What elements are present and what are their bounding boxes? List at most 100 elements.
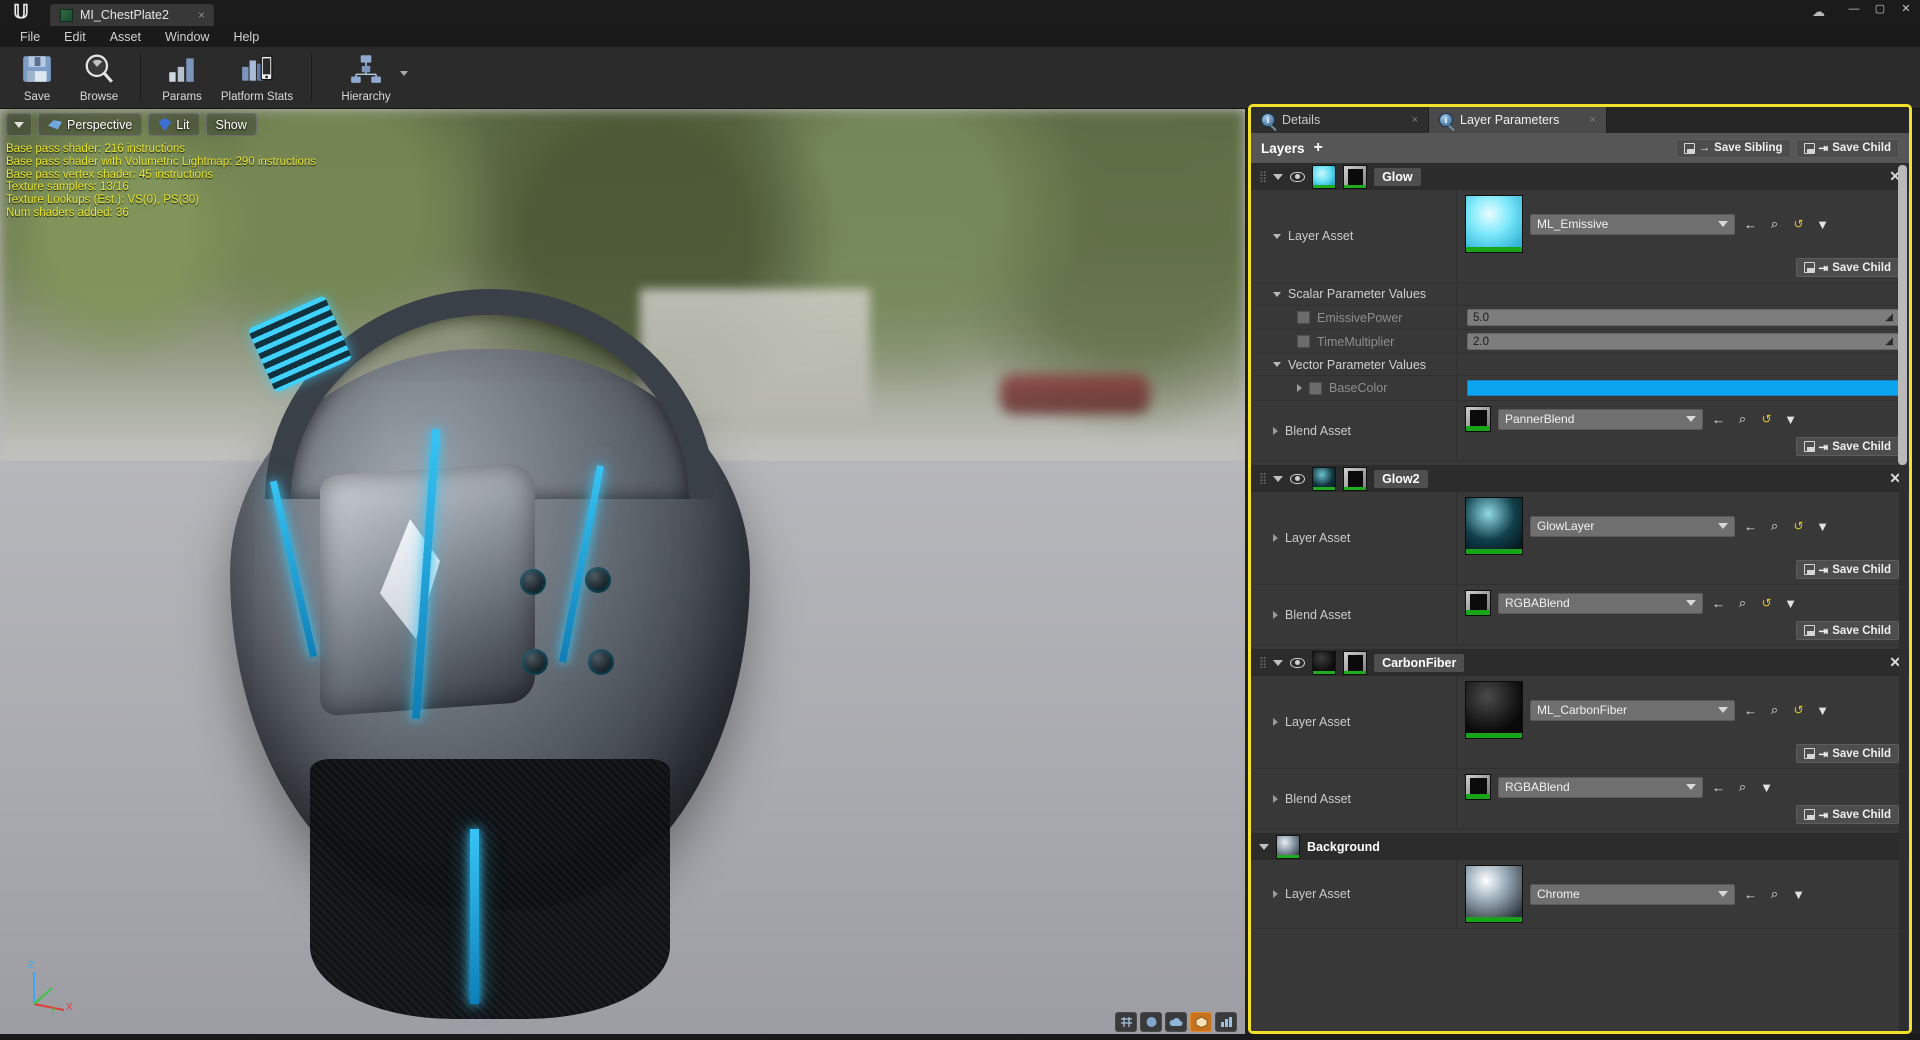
document-tab-close-icon[interactable]: × [198,8,205,22]
asset-thumbnail-glowlayer[interactable] [1465,497,1523,555]
save-child-button[interactable]: ⇥ Save Child [1796,744,1899,763]
layer-blend-thumbnail[interactable] [1343,651,1367,675]
layer-header-glow[interactable]: ⣿ Glow ✕ [1251,163,1909,190]
layer-thumbnail-glowlayer[interactable] [1312,467,1336,491]
back-arrow-icon[interactable]: ← [1710,412,1727,427]
group-label-vector-wrap[interactable]: Vector Parameter Values [1251,354,1456,375]
numeric-input-time-multiplier[interactable]: 2.0 ◢ [1467,333,1899,350]
browse-icon[interactable]: ⌕ [1734,411,1751,427]
expander-icon[interactable] [1273,292,1281,297]
cloud-icon[interactable] [1165,1012,1187,1032]
stats-icon[interactable] [1215,1012,1237,1032]
save-child-button[interactable]: ⇥ Save Child [1796,139,1899,158]
group-label-scalar-wrap[interactable]: Scalar Parameter Values [1251,283,1456,305]
sphere-icon[interactable] [1140,1012,1162,1032]
maximize-button[interactable]: ▢ [1872,2,1888,16]
filter-icon[interactable]: ▼ [1782,412,1799,427]
visibility-eye-icon[interactable] [1290,658,1305,668]
expander-icon[interactable] [1273,718,1278,726]
reset-icon[interactable]: ↺ [1790,703,1807,717]
browse-icon[interactable]: ⌕ [1766,518,1783,534]
close-button[interactable]: ✕ [1898,2,1914,16]
layer-name-carbonfiber[interactable]: CarbonFiber [1374,654,1464,672]
grid-icon[interactable] [1115,1012,1137,1032]
expander-icon[interactable] [1273,890,1278,898]
back-arrow-icon[interactable]: ← [1710,780,1727,795]
parameter-checkbox[interactable] [1297,335,1310,348]
property-label-blend-asset-wrap[interactable]: Blend Asset [1251,585,1456,645]
minimize-button[interactable]: — [1846,2,1862,16]
layer-name-background[interactable]: Background [1307,840,1380,854]
viewport-show-button[interactable]: Show [206,113,257,136]
filter-icon[interactable]: ▼ [1758,780,1775,795]
save-child-button[interactable]: ⇥ Save Child [1796,258,1899,277]
hierarchy-dropdown-icon[interactable] [400,71,408,76]
back-arrow-icon[interactable]: ← [1742,703,1759,718]
layer-header-carbonfiber[interactable]: ⣿ CarbonFiber ✕ [1251,649,1909,676]
asset-thumbnail-chrome[interactable] [1465,865,1523,923]
visibility-eye-icon[interactable] [1290,474,1305,484]
layer-name-glow[interactable]: Glow [1374,168,1421,186]
save-child-button[interactable]: ⇥ Save Child [1796,805,1899,824]
expander-icon[interactable] [1273,534,1278,542]
viewport-perspective-button[interactable]: Perspective [38,113,142,136]
panel-scrollbar-thumb[interactable] [1898,165,1907,465]
drag-value-icon[interactable]: ◢ [1885,312,1893,323]
drag-value-icon[interactable]: ◢ [1885,336,1893,347]
asset-combo-layer-asset[interactable]: ML_CarbonFiber [1530,700,1735,721]
color-swatch-base-color[interactable] [1467,380,1899,396]
numeric-input-emissive-power[interactable]: 5.0 ◢ [1467,309,1899,326]
save-child-button[interactable]: ⇥ Save Child [1796,621,1899,640]
toolbar-button-platform-stats[interactable]: Platform Stats [213,47,301,107]
browse-icon[interactable]: ⌕ [1766,702,1783,718]
expander-icon[interactable] [1273,660,1283,666]
viewport[interactable]: Perspective Lit Show Base pass shader: 2… [0,109,1245,1040]
expander-icon[interactable] [1273,427,1278,435]
asset-combo-blend-asset[interactable]: RGBABlend [1498,777,1703,798]
filter-icon[interactable]: ▼ [1814,217,1831,232]
expander-icon[interactable] [1273,611,1278,619]
property-label-emissive-power-wrap[interactable]: EmissivePower [1251,306,1456,329]
asset-combo-blend-asset[interactable]: PannerBlend [1498,409,1703,430]
browse-icon[interactable]: ⌕ [1766,886,1783,902]
back-arrow-icon[interactable]: ← [1742,887,1759,902]
cloud-icon[interactable]: ☁ [1812,4,1825,20]
asset-thumbnail-ml-emissive[interactable] [1465,195,1523,253]
asset-thumbnail-ml-carbonfiber[interactable] [1465,681,1523,739]
panel-scrollbar-track[interactable] [1899,163,1908,1034]
expander-icon[interactable] [1297,384,1302,392]
back-arrow-icon[interactable]: ← [1742,519,1759,534]
expander-icon[interactable] [1273,795,1278,803]
filter-icon[interactable]: ▼ [1814,703,1831,718]
save-child-button[interactable]: ⇥ Save Child [1796,437,1899,456]
back-arrow-icon[interactable]: ← [1742,217,1759,232]
layer-thumbnail-carbonfiber[interactable] [1312,651,1336,675]
asset-combo-blend-asset[interactable]: RGBABlend [1498,593,1703,614]
cube-icon[interactable] [1190,1012,1212,1032]
expander-icon[interactable] [1259,844,1269,850]
property-label-base-color-wrap[interactable]: BaseColor [1251,376,1456,400]
browse-icon[interactable]: ⌕ [1766,216,1783,232]
toolbar-button-params[interactable]: Params [151,47,213,107]
asset-thumbnail-rgba-blend[interactable] [1465,774,1491,800]
menu-item-help[interactable]: Help [221,28,271,46]
property-label-blend-asset-wrap[interactable]: Blend Asset [1251,401,1456,461]
toolbar-button-browse[interactable]: Browse [68,47,130,107]
toolbar-button-hierarchy[interactable]: Hierarchy [322,47,410,107]
reset-icon[interactable]: ↺ [1790,519,1807,533]
parameter-checkbox[interactable] [1297,311,1310,324]
browse-icon[interactable]: ⌕ [1734,595,1751,611]
menu-item-edit[interactable]: Edit [52,28,98,46]
drag-handle-icon[interactable]: ⣿ [1259,659,1266,667]
tab-details-close-icon[interactable]: × [1398,114,1418,126]
browse-icon[interactable]: ⌕ [1734,779,1751,795]
tab-layer-parameters[interactable]: i Layer Parameters × [1429,107,1607,133]
tab-details[interactable]: i Details × [1251,107,1429,133]
layer-blend-thumbnail[interactable] [1343,165,1367,189]
property-label-blend-asset-wrap[interactable]: Blend Asset [1251,769,1456,829]
reset-icon[interactable]: ↺ [1758,596,1775,610]
expander-icon[interactable] [1273,476,1283,482]
filter-icon[interactable]: ▼ [1814,519,1831,534]
asset-thumbnail-rgba-blend[interactable] [1465,590,1491,616]
add-layer-icon[interactable]: + [1314,140,1323,156]
